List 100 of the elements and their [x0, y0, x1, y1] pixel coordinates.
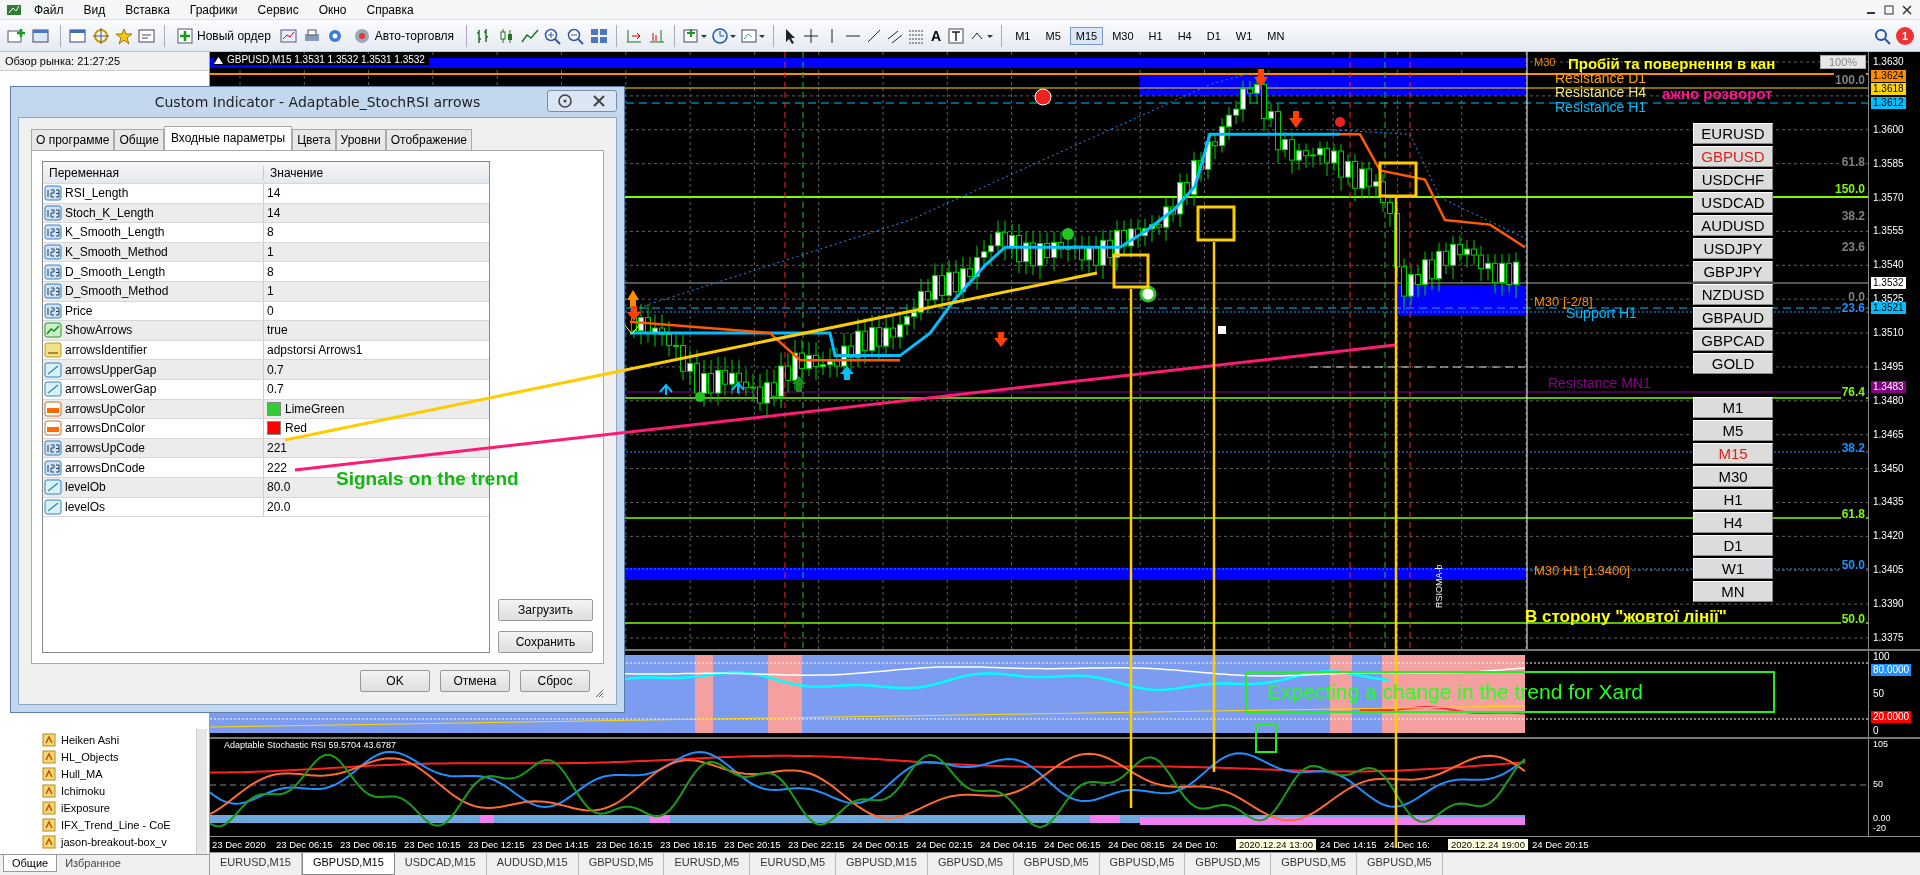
navigator-item[interactable]: iExposure — [42, 799, 209, 816]
chart-tab[interactable]: GBPUSD,M5 — [1356, 853, 1443, 875]
panel-tab[interactable]: Общие — [3, 855, 58, 872]
navigator-item[interactable]: Hull_MA — [42, 765, 209, 782]
timeframe-button[interactable]: MN — [1693, 581, 1773, 602]
symbol-button[interactable]: NZDUSD — [1693, 284, 1773, 305]
time-tick: 23 Dec 22:15 — [788, 839, 846, 850]
timeframe-button[interactable]: M15 — [1693, 443, 1773, 464]
dialog-tab[interactable]: Уровни — [335, 129, 386, 150]
navigator-item[interactable]: IFX_Trend_Line - CoE — [42, 816, 209, 833]
timeframe-button[interactable]: M1 — [1009, 26, 1037, 45]
parameter-value[interactable]: 1 — [267, 245, 274, 260]
parameter-value[interactable]: 0.7 — [267, 362, 284, 377]
menu-item[interactable]: Вставка — [117, 2, 178, 17]
timeframe-button[interactable]: MN — [1261, 26, 1291, 45]
navigator-item[interactable]: jason-breakout-box_v — [42, 833, 209, 850]
timeframe-button[interactable]: M1 — [1693, 397, 1773, 418]
symbol-button[interactable]: GBPUSD — [1693, 146, 1773, 167]
timeframe-button[interactable]: M30 — [1693, 466, 1773, 487]
symbol-button[interactable]: GBPAUD — [1693, 307, 1773, 328]
timeframe-button[interactable]: M15 — [1069, 26, 1104, 45]
chart-tab[interactable]: GBPUSD,M5 — [1013, 853, 1100, 875]
parameter-value[interactable]: 221 — [267, 441, 288, 455]
dialog-button[interactable]: Сохранить — [498, 631, 593, 653]
dialog-tab[interactable]: Отображение — [385, 129, 472, 150]
menu-item[interactable]: Вид — [75, 2, 114, 17]
dialog-tab[interactable]: Цвета — [292, 129, 336, 150]
parameter-value[interactable]: Red — [285, 421, 307, 436]
timeframe-button[interactable]: D1 — [1693, 535, 1773, 556]
parameter-value[interactable]: 8 — [267, 225, 274, 240]
timeframe-button[interactable]: M5 — [1039, 26, 1067, 45]
timeframe-button[interactable]: H1 — [1142, 26, 1169, 45]
notification-badge[interactable]: 1 — [1896, 26, 1914, 45]
menu-item[interactable]: Окно — [310, 2, 355, 17]
timeframe-button[interactable]: M5 — [1693, 420, 1773, 441]
chart-tab[interactable]: EURUSD,M5 — [750, 853, 837, 875]
dialog-button[interactable]: OK — [360, 670, 430, 692]
menu-item[interactable]: Файл — [26, 2, 72, 17]
chart-tab[interactable]: GBPUSD,M5 — [1271, 853, 1357, 875]
chart-tab[interactable]: GBPUSD,M5 — [578, 853, 665, 875]
menu-item[interactable]: Справка — [358, 2, 422, 17]
text-tool[interactable]: A — [928, 27, 945, 44]
parameter-value[interactable]: 80.0 — [267, 480, 291, 495]
parameter-value[interactable]: LimeGreen — [285, 401, 345, 416]
price-tick: 1.3540 — [1873, 259, 1904, 272]
chart-tab[interactable]: EURUSD,M5 — [664, 853, 751, 875]
dialog-button[interactable]: Сброс — [520, 670, 590, 692]
dialog-tab[interactable]: Общие — [114, 129, 164, 150]
timeframe-button[interactable]: D1 — [1200, 26, 1227, 45]
parameter-value[interactable]: 8 — [267, 264, 274, 279]
symbol-button[interactable]: GOLD — [1693, 353, 1773, 374]
timeframe-button[interactable]: M30 — [1106, 26, 1140, 45]
menu-item[interactable]: Сервис — [249, 2, 307, 17]
timeframe-button[interactable]: H1 — [1693, 489, 1773, 510]
parameter-value[interactable]: 14 — [267, 186, 281, 201]
new-order-button[interactable]: Новый ордер — [172, 24, 276, 47]
chart-tab[interactable]: GBPUSD,M5 — [927, 853, 1014, 875]
parameter-value[interactable]: true — [267, 323, 288, 338]
dialog-tab[interactable]: О программе — [31, 129, 115, 150]
navigator-item-label: HL_Objects — [61, 750, 119, 763]
symbol-button[interactable]: USDCHF — [1693, 169, 1773, 190]
chart-tab[interactable]: GBPUSD,M15 — [836, 853, 928, 875]
navigator-item[interactable]: Heiken Ashi — [42, 731, 209, 748]
parameter-value[interactable]: 20.0 — [267, 499, 291, 514]
dialog-tab[interactable]: Входные параметры — [163, 126, 293, 150]
parameter-value[interactable]: 222 — [267, 460, 288, 475]
navigator-item[interactable]: Ichimoku — [42, 782, 209, 799]
symbol-button[interactable]: USDCAD — [1693, 192, 1773, 213]
parameter-value[interactable]: 1 — [267, 284, 274, 299]
indicator-title: Adaptable Stochastic RSI 59.5704 43.6787 — [224, 740, 397, 751]
symbol-button[interactable]: GBPCAD — [1693, 330, 1773, 351]
symbol-button[interactable]: USDJPY — [1693, 238, 1773, 259]
timeframe-button[interactable]: W1 — [1693, 558, 1773, 579]
dialog-button[interactable]: Отмена — [440, 670, 510, 692]
timeframe-button[interactable]: H4 — [1693, 512, 1773, 533]
symbol-quote: GBPUSD,M15 1.3531 1.3532 1.3531 1.3532 — [227, 54, 425, 65]
chart-tab[interactable]: GBPUSD,M15 — [301, 853, 395, 875]
timeframe-button[interactable]: H4 — [1171, 26, 1198, 45]
symbol-button[interactable]: GBPJPY — [1693, 261, 1773, 282]
symbol-button[interactable]: EURUSD — [1693, 123, 1773, 144]
menu-item[interactable]: Графики — [181, 2, 246, 17]
column-header[interactable]: Переменная — [43, 165, 264, 180]
chart-tab[interactable]: GBPUSD,M5 — [1185, 853, 1272, 875]
parameter-value[interactable]: 14 — [267, 205, 281, 220]
column-header[interactable]: Значение — [264, 165, 489, 180]
chart-tab[interactable]: USDCAD,M15 — [394, 853, 487, 875]
navigator-item[interactable]: HL_Objects — [42, 748, 209, 765]
chart-tab[interactable]: AUDUSD,M15 — [486, 853, 579, 875]
chart-tab[interactable]: GBPUSD,M5 — [1099, 853, 1186, 875]
parameter-name: arrowsLowerGap — [65, 382, 157, 397]
chart-tab[interactable]: EURUSD,M15 — [210, 853, 302, 875]
timeframe-button[interactable]: W1 — [1229, 26, 1259, 45]
symbol-button[interactable]: AUDUSD — [1693, 215, 1773, 236]
parameter-value[interactable]: 0 — [267, 303, 274, 318]
autotrading-button[interactable]: Авто-торговля — [347, 24, 460, 47]
parameter-value[interactable]: 0.7 — [267, 382, 284, 397]
parameter-value[interactable]: adpstorsi Arrows1 — [267, 343, 363, 358]
price-tick: 1.3600 — [1873, 123, 1904, 136]
dialog-button[interactable]: Загрузить — [498, 599, 593, 621]
panel-tab[interactable]: Избранное — [57, 855, 129, 871]
